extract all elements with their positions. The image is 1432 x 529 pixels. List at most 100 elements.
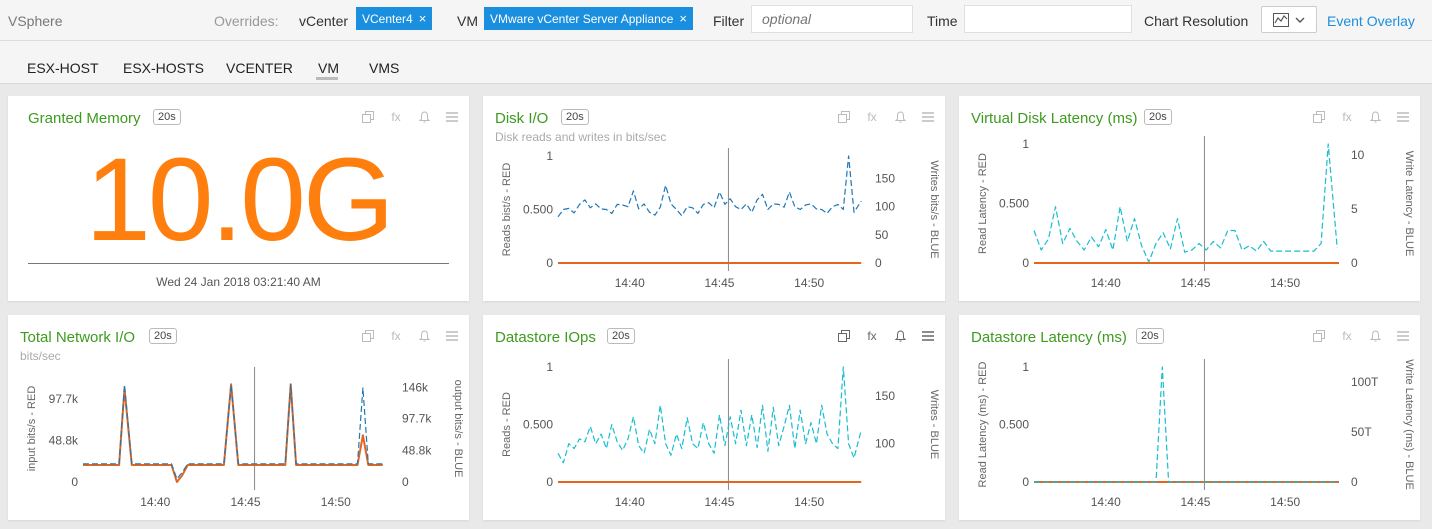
fx-icon[interactable]: fx bbox=[389, 110, 403, 124]
x-tick-label: 14:45 bbox=[231, 495, 261, 509]
disk-io-chart: 0 0.500 1 0 50 100 150 14:40 14:45 14:50 Reads bis… bbox=[501, 148, 940, 290]
y2-tick-label: 150 bbox=[875, 389, 895, 403]
y2-tick-label: 0 bbox=[1351, 475, 1358, 489]
vcenter-chip-label: VCenter4 bbox=[362, 11, 413, 26]
panel-title: Granted Memory bbox=[28, 110, 141, 127]
y2-tick-label: 100 bbox=[875, 437, 895, 451]
y-tick-label: 1 bbox=[1022, 360, 1029, 374]
x-tick-label: 14:45 bbox=[704, 495, 734, 509]
y2-axis-label: Writes - BLUE bbox=[928, 390, 940, 459]
y-axis-label: input bits/s - RED bbox=[26, 386, 38, 472]
y-axis-label: Read Latency (ms) - RED bbox=[977, 361, 989, 487]
y2-tick-label: 0 bbox=[1351, 256, 1358, 270]
x-tick-label: 14:50 bbox=[321, 495, 351, 509]
filter-label: Filter bbox=[713, 12, 745, 29]
y-tick-label: 97.7k bbox=[49, 392, 79, 406]
filter-input[interactable] bbox=[751, 5, 913, 33]
y2-tick-label: 5 bbox=[1351, 202, 1358, 216]
y-axis-label: Reads - RED bbox=[501, 392, 513, 457]
y2-axis-label: Write Latency - BLUE bbox=[1403, 151, 1415, 257]
x-tick-label: 14:40 bbox=[1091, 276, 1121, 290]
time-input[interactable] bbox=[964, 5, 1132, 33]
x-tick-label: 14:45 bbox=[1180, 495, 1210, 509]
x-tick-label: 14:50 bbox=[794, 276, 824, 290]
disk-io-panel: Disk I/O 20s Disk reads and writes in bi… bbox=[483, 96, 945, 301]
y2-tick-label: 50 bbox=[875, 228, 889, 242]
y-tick-label: 0.500 bbox=[999, 197, 1029, 211]
refresh-badge: 20s bbox=[153, 109, 181, 125]
datastore-latency-panel: Datastore Latency (ms) 20s fx 0 0.500 1 0 50… bbox=[959, 315, 1420, 520]
chart-resolution-label: Chart Resolution bbox=[1144, 12, 1249, 29]
chevron-down-icon bbox=[1295, 17, 1305, 23]
copy-icon[interactable] bbox=[361, 110, 375, 124]
chart-resolution-select[interactable] bbox=[1261, 6, 1317, 33]
tab-esx-hosts[interactable]: ESX-HOSTS bbox=[123, 60, 204, 76]
y-tick-label: 0 bbox=[546, 256, 553, 270]
total-network-io-panel: Total Network I/O 20s bits/sec fx 0 48.8k… bbox=[8, 315, 469, 520]
y2-tick-label: 97.7k bbox=[402, 412, 432, 426]
y-tick-label: 0.500 bbox=[523, 203, 553, 217]
y-tick-label: 1 bbox=[546, 360, 553, 374]
y2-tick-label: 0 bbox=[402, 475, 409, 489]
series-line-blue bbox=[1034, 366, 1339, 483]
series-line-blue bbox=[557, 366, 862, 464]
y2-axis-label: Writes bits/s - BLUE bbox=[928, 160, 940, 258]
y-tick-label: 0 bbox=[1022, 256, 1029, 270]
granted-memory-panel: Granted Memory 20s fx 10.0G Wed 24 Jan 2… bbox=[8, 96, 469, 301]
x-tick-label: 14:50 bbox=[1270, 276, 1300, 290]
x-tick-label: 14:40 bbox=[615, 495, 645, 509]
series-line-blue bbox=[557, 155, 862, 218]
x-tick-label: 14:45 bbox=[1180, 276, 1210, 290]
y2-tick-label: 150 bbox=[875, 172, 895, 186]
y2-tick-label: 10 bbox=[1351, 148, 1365, 162]
menu-icon[interactable] bbox=[445, 110, 459, 124]
datastore-latency-chart: 0 0.500 1 0 50T 100T 14:40 14:45 14:50 Read Laten… bbox=[977, 359, 1415, 509]
tab-vcenter[interactable]: VCENTER bbox=[226, 60, 293, 76]
y-tick-label: 0 bbox=[1022, 475, 1029, 489]
panel-tools: fx bbox=[361, 110, 459, 124]
y2-axis-label: Write Latency (ms) - BLUE bbox=[1403, 359, 1415, 490]
y-tick-label: 0 bbox=[546, 475, 553, 489]
tab-esx-host[interactable]: ESX-HOST bbox=[27, 60, 99, 76]
y-tick-label: 0.500 bbox=[523, 418, 553, 432]
y-axis-label: Reads bist/s - RED bbox=[501, 163, 513, 257]
y-tick-label: 1 bbox=[1022, 137, 1029, 151]
line-chart-icon bbox=[1273, 12, 1289, 27]
y2-tick-label: 100T bbox=[1351, 375, 1379, 389]
tab-vm[interactable]: VM bbox=[318, 60, 339, 76]
app-title: VSphere bbox=[8, 12, 63, 29]
overrides-label: Overrides: bbox=[214, 12, 279, 29]
active-tab-indicator bbox=[316, 77, 338, 80]
y-tick-label: 1 bbox=[546, 149, 553, 163]
y2-tick-label: 100 bbox=[875, 200, 895, 214]
y-axis-label: Read Latency - RED bbox=[977, 153, 989, 254]
x-tick-label: 14:40 bbox=[140, 495, 170, 509]
y2-tick-label: 50T bbox=[1351, 425, 1372, 439]
tab-bar: ESX-HOST ESX-HOSTS VCENTER VM VMS bbox=[0, 41, 1432, 84]
bell-icon[interactable] bbox=[417, 110, 431, 124]
tab-vms[interactable]: VMS bbox=[369, 60, 399, 76]
time-label: Time bbox=[927, 12, 958, 29]
close-icon[interactable]: × bbox=[679, 11, 687, 26]
datastore-iops-panel: Datastore IOps 20s fx 0 0.500 1 100 150 14:40… bbox=[483, 315, 945, 520]
total-network-io-chart: 0 48.8k 97.7k 0 48.8k 97.7k 146k 14:40 14:45 14:5… bbox=[26, 367, 464, 509]
event-overlay-link[interactable]: Event Overlay bbox=[1327, 0, 1415, 41]
y2-tick-label: 48.8k bbox=[402, 443, 432, 457]
y-tick-label: 0.500 bbox=[999, 418, 1029, 432]
x-tick-label: 14:50 bbox=[1270, 495, 1300, 509]
datastore-iops-chart: 0 0.500 1 100 150 14:40 14:45 14:50 Reads - RED W… bbox=[501, 359, 940, 509]
vm-chip[interactable]: VMware vCenter Server Appliance × bbox=[484, 7, 694, 30]
y2-tick-label: 0 bbox=[875, 256, 882, 270]
y2-axis-label: output bits/s - BLUE bbox=[452, 380, 464, 478]
vm-label: VM bbox=[457, 12, 478, 29]
divider bbox=[28, 263, 449, 264]
series-line-blue bbox=[1033, 143, 1338, 263]
vcenter-chip[interactable]: VCenter4 × bbox=[356, 7, 433, 30]
granted-memory-value: 10.0G bbox=[85, 134, 394, 266]
x-tick-label: 14:40 bbox=[615, 276, 645, 290]
virtual-disk-latency-chart: 00.5001051014:40 14:45 14:50Read Latency -… bbox=[977, 136, 1415, 290]
x-tick-label: 14:40 bbox=[1091, 495, 1121, 509]
close-icon[interactable]: × bbox=[419, 11, 427, 26]
y2-tick-label: 146k bbox=[402, 380, 429, 394]
y-tick-label: 48.8k bbox=[49, 434, 79, 448]
